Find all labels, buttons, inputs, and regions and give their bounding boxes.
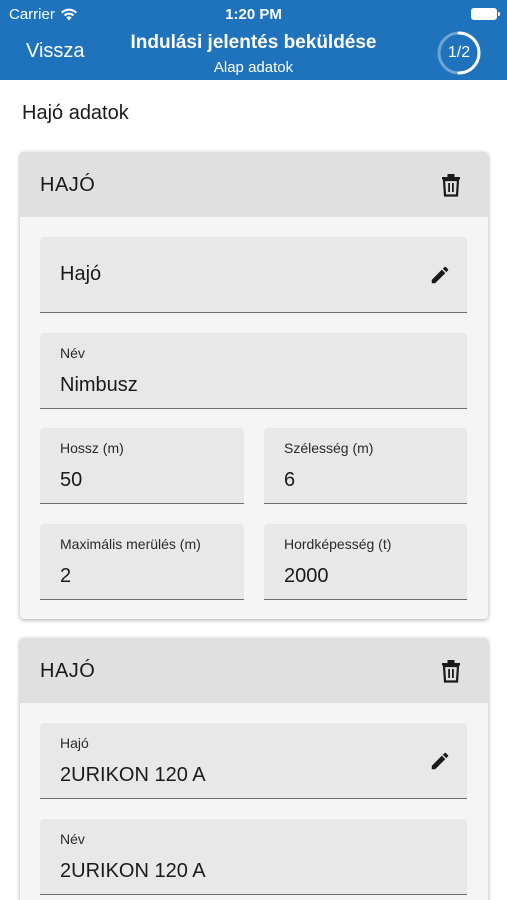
ship-select-field[interactable]: Hajó 2URIKON 120 A [40, 723, 467, 799]
length-label: Hossz (m) [60, 440, 124, 456]
card-title: HAJÓ [40, 660, 96, 682]
page-title: Indulási jelentés beküldése [130, 32, 377, 53]
ship-select-label: Hajó [60, 735, 89, 751]
capacity-field[interactable]: Hordképesség (t) 2000 [264, 524, 467, 600]
status-bar: Carrier 1:20 PM [0, 0, 507, 28]
step-counter: 1/2 [447, 44, 471, 61]
length-field[interactable]: Hossz (m) 50 [40, 428, 244, 504]
draft-value: 2 [60, 565, 72, 587]
card-title: HAJÓ [40, 174, 96, 196]
ship-card: HAJÓ Hajó 2URIKON 120 A Név 2URIKON 120 … [20, 638, 488, 900]
status-time: 1:20 PM [225, 6, 282, 23]
width-label: Szélesség (m) [284, 440, 374, 456]
name-label: Név [60, 831, 85, 847]
battery-icon [471, 8, 500, 20]
name-field[interactable]: Név Nimbusz [40, 333, 467, 409]
width-value: 6 [284, 469, 296, 491]
section-title: Hajó adatok [22, 102, 129, 124]
ship-select-value: 2URIKON 120 A [60, 764, 206, 786]
pencil-icon[interactable] [429, 264, 451, 286]
trash-icon[interactable] [440, 659, 462, 683]
capacity-value: 2000 [284, 565, 329, 587]
card-header: HAJÓ [20, 152, 488, 217]
trash-icon[interactable] [440, 173, 462, 197]
ship-select-value: Hajó [60, 263, 102, 285]
name-value: 2URIKON 120 A [60, 860, 206, 882]
card-header: HAJÓ [20, 638, 488, 703]
nav-title-block: Indulási jelentés beküldése Alap adatok [0, 32, 507, 76]
capacity-label: Hordképesség (t) [284, 536, 392, 552]
draft-field[interactable]: Maximális merülés (m) 2 [40, 524, 244, 600]
width-field[interactable]: Szélesség (m) 6 [264, 428, 467, 504]
ship-select-field[interactable]: Hajó [40, 237, 467, 313]
name-value: Nimbusz [60, 374, 138, 396]
app-header: Carrier 1:20 PM Vissza Indulási jelentés… [0, 0, 507, 80]
name-field[interactable]: Név 2URIKON 120 A [40, 819, 467, 895]
length-value: 50 [60, 469, 83, 491]
step-progress-indicator: 1/2 [436, 30, 482, 76]
page-subtitle: Alap adatok [213, 59, 294, 76]
pencil-icon[interactable] [429, 750, 451, 772]
ship-card: HAJÓ Hajó Név Nimbusz Hossz (m) 50 Széle… [20, 152, 488, 619]
name-label: Név [60, 345, 85, 361]
draft-label: Maximális merülés (m) [60, 536, 201, 552]
